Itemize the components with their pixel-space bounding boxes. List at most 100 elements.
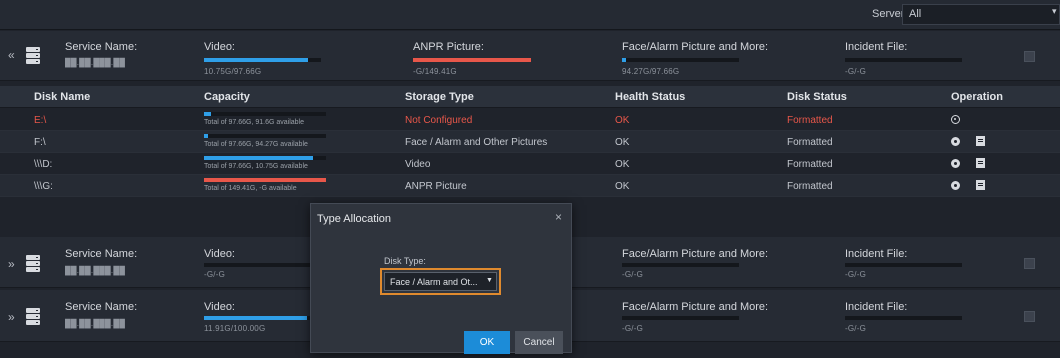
- incident-usage-value: -G/-G: [845, 270, 866, 279]
- disk-status: Formatted: [787, 159, 833, 170]
- video-usage-value: 10.75G/97.66G: [204, 67, 262, 76]
- incident-usage-bar: [845, 316, 962, 320]
- face-alarm-usage-bar: [622, 58, 739, 62]
- capacity-text: Total of 97.66G, 94.27G available: [204, 141, 308, 148]
- face-alarm-usage-bar: [622, 316, 739, 320]
- cancel-button[interactable]: Cancel: [515, 331, 563, 354]
- expand-toggle-icon[interactable]: »: [8, 257, 15, 271]
- gear-icon[interactable]: [951, 181, 960, 190]
- incident-usage-value: -G/-G: [845, 324, 866, 333]
- chevron-down-icon[interactable]: ▼: [486, 277, 493, 284]
- server-checkbox[interactable]: [1024, 258, 1035, 269]
- capacity-text: Total of 97.66G, 91.6G available: [204, 119, 305, 126]
- type-allocation-dialog: Type Allocation × Disk Type: Face / Alar…: [310, 203, 572, 354]
- disk-status: Formatted: [787, 181, 833, 192]
- server-checkbox[interactable]: [1024, 311, 1035, 322]
- collapse-toggle-icon[interactable]: «: [8, 48, 15, 62]
- video-usage-bar: [204, 263, 321, 267]
- expand-toggle-icon[interactable]: »: [8, 310, 15, 324]
- incident-usage-value: -G/-G: [845, 67, 866, 76]
- service-name-value: ██.██.███.██: [65, 266, 126, 275]
- storage-type: ANPR Picture: [405, 181, 467, 192]
- close-icon[interactable]: ×: [555, 210, 562, 224]
- disk-name: E:\: [34, 115, 47, 126]
- video-usage-bar: [204, 316, 321, 320]
- server-checkbox[interactable]: [1024, 51, 1035, 62]
- file-icon[interactable]: [976, 180, 985, 190]
- ok-button[interactable]: OK: [464, 331, 510, 354]
- col-disk-status: Disk Status: [787, 91, 847, 103]
- video-usage-value: -G/-G: [204, 270, 225, 279]
- health-status: OK: [615, 159, 630, 170]
- face-alarm-label: Face/Alarm Picture and More:: [622, 301, 769, 313]
- server-icon: [26, 255, 40, 272]
- capacity-fill: [204, 112, 212, 116]
- video-label: Video:: [204, 248, 235, 260]
- capacity-bar: [204, 178, 326, 182]
- gear-icon[interactable]: [951, 159, 960, 168]
- server-icon: [26, 308, 40, 325]
- server-icon: [26, 47, 40, 64]
- gear-icon[interactable]: [951, 137, 960, 146]
- video-usage-bar: [204, 58, 321, 62]
- capacity-fill: [204, 134, 209, 138]
- anpr-label: ANPR Picture:: [413, 41, 484, 53]
- service-name-label: Service Name:: [65, 41, 138, 53]
- chevron-down-icon[interactable]: ▾: [1052, 6, 1057, 17]
- capacity-fill: [204, 156, 313, 160]
- dialog-title: Type Allocation: [317, 213, 391, 225]
- service-name-label: Service Name:: [65, 301, 138, 313]
- table-row[interactable]: [0, 109, 1060, 131]
- incident-file-label: Incident File:: [845, 41, 908, 53]
- health-status: OK: [615, 137, 630, 148]
- incident-file-label: Incident File:: [845, 301, 908, 313]
- service-name-label: Service Name:: [65, 248, 138, 260]
- disk-table-header: [0, 86, 1060, 108]
- face-alarm-usage-fill: [622, 58, 627, 62]
- capacity-bar: [204, 134, 326, 138]
- disk-name: \\\D:: [34, 159, 53, 170]
- service-name-value: ██.██.███.██: [65, 319, 126, 328]
- video-usage-value: 11.91G/100.00G: [204, 324, 266, 333]
- service-name-value: ██.██.███.██: [65, 58, 126, 67]
- col-health-status: Health Status: [615, 91, 686, 103]
- storage-type: Face / Alarm and Other Pictures: [405, 137, 548, 148]
- video-usage-fill: [204, 58, 309, 62]
- disk-status: Formatted: [787, 137, 833, 148]
- incident-file-label: Incident File:: [845, 248, 908, 260]
- capacity-bar: [204, 156, 326, 160]
- table-row[interactable]: [0, 153, 1060, 175]
- capacity-bar: [204, 112, 326, 116]
- file-icon[interactable]: [976, 158, 985, 168]
- video-usage-fill: [204, 316, 307, 320]
- health-status: OK: [615, 115, 630, 126]
- face-alarm-usage-bar: [622, 263, 739, 267]
- col-disk-name: Disk Name: [34, 91, 91, 103]
- storage-type: Not Configured: [405, 115, 473, 126]
- video-label: Video:: [204, 41, 235, 53]
- incident-usage-bar: [845, 58, 962, 62]
- disk-name: F:\: [34, 137, 46, 148]
- col-storage-type: Storage Type: [405, 91, 474, 103]
- anpr-usage-bar: [413, 58, 531, 62]
- anpr-usage-fill: [413, 58, 531, 62]
- face-alarm-usage-value: -G/-G: [622, 324, 643, 333]
- video-label: Video:: [204, 301, 235, 313]
- disk-status: Formatted: [787, 115, 833, 126]
- col-capacity: Capacity: [204, 91, 250, 103]
- face-alarm-usage-value: 94.27G/97.66G: [622, 67, 680, 76]
- incident-usage-bar: [845, 263, 962, 267]
- server-filter-select[interactable]: All: [902, 4, 1060, 25]
- table-row[interactable]: [0, 175, 1060, 197]
- refresh-icon[interactable]: [951, 115, 960, 124]
- capacity-text: Total of 149.41G, -G available: [204, 185, 297, 192]
- storage-type: Video: [405, 159, 431, 170]
- file-icon[interactable]: [976, 136, 985, 146]
- face-alarm-label: Face/Alarm Picture and More:: [622, 248, 769, 260]
- health-status: OK: [615, 181, 630, 192]
- capacity-text: Total of 97.66G, 10.75G available: [204, 163, 308, 170]
- disk-type-label: Disk Type:: [384, 256, 426, 266]
- face-alarm-label: Face/Alarm Picture and More:: [622, 41, 769, 53]
- anpr-usage-value: -G/149.41G: [413, 67, 457, 76]
- disk-type-select[interactable]: Face / Alarm and Ot...: [384, 272, 497, 291]
